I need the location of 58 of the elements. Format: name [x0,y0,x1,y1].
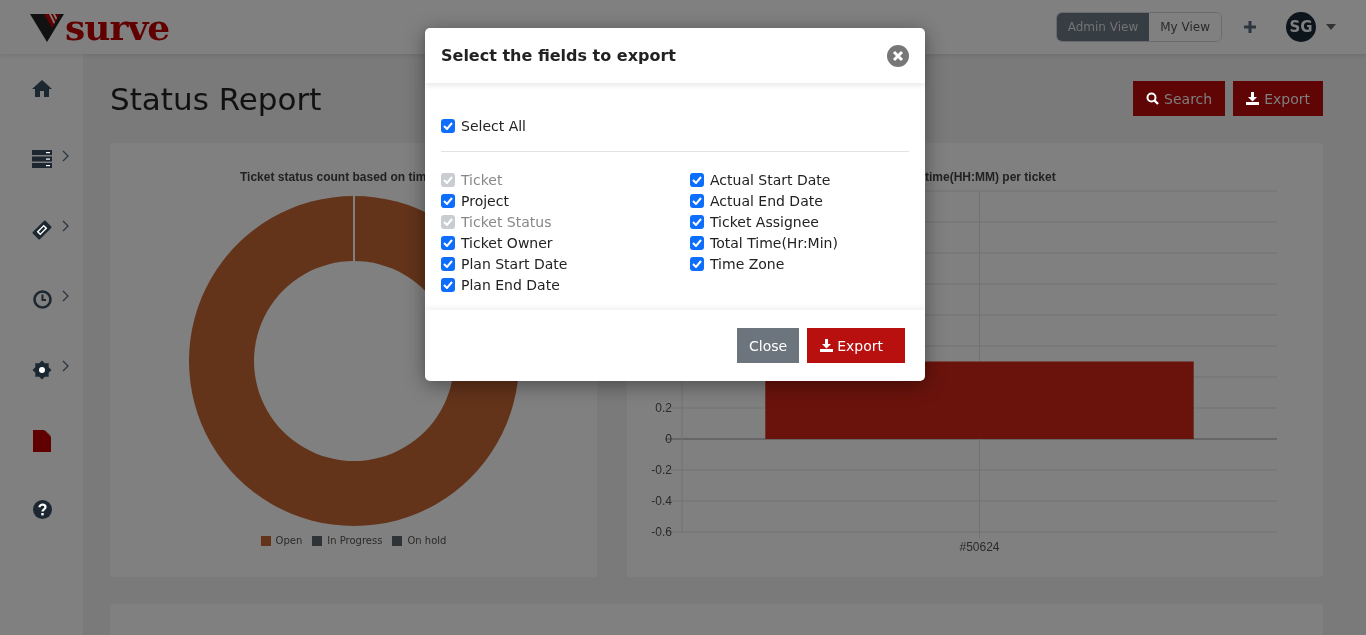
checkbox[interactable] [441,277,455,292]
axis-tick-label: -0.6 [651,525,672,539]
checkbox[interactable] [690,172,704,187]
checkbox-label: Actual End Date [710,192,823,209]
checkbox[interactable] [441,193,455,208]
checkbox-label: Ticket [461,171,503,188]
help-icon[interactable] [32,500,52,519]
download-icon [820,339,834,352]
legend-label: On hold [407,535,447,546]
clock-icon[interactable] [32,290,52,309]
logo-mark-icon [30,14,64,42]
logo-text[interactable]: surve [65,12,170,42]
checkbox-label: Ticket Assignee [710,213,819,230]
axis-tick-label: -0.2 [651,463,672,477]
legend-label: Open [275,535,303,546]
checkbox-label: Plan End Date [461,276,560,293]
gear-icon[interactable] [32,360,52,380]
close-icon[interactable] [887,44,909,67]
checkbox[interactable] [441,256,455,271]
checkbox-label: Plan Start Date [461,255,568,272]
checkbox-label: Total Time(Hr:Min) [710,234,838,251]
checkbox-label: Select All [461,117,526,134]
checkbox[interactable] [690,256,704,271]
chevron-icon[interactable] [62,220,69,232]
search-button[interactable]: Search [1133,81,1226,116]
axis-tick-label: 0 [665,432,672,446]
chevron-icon[interactable] [62,150,69,162]
home-icon[interactable] [32,80,52,97]
axis-tick-label: -0.4 [651,494,672,508]
checkbox-label: Actual Start Date [710,171,831,188]
checkbox-label: Project [461,192,509,209]
chevron-icon[interactable] [62,360,69,372]
chevron-icon[interactable] [62,290,69,302]
legend-label: In Progress [327,535,383,546]
user-avatar[interactable]: SG [1286,12,1316,42]
download-icon [1246,92,1260,105]
checkbox-label: Time Zone [710,255,785,272]
close-button[interactable]: Close [737,328,800,363]
file-icon[interactable] [33,430,51,452]
view-toggle[interactable]: Admin View [1056,13,1150,41]
export-button[interactable]: Export [1233,81,1323,116]
caret-icon[interactable] [1326,24,1336,30]
export-button[interactable]: Export [807,328,905,363]
search-icon [1146,92,1160,105]
checkbox[interactable] [441,235,455,250]
checkbox[interactable] [690,214,704,229]
dialog-title: Select the fields to export [441,46,677,65]
checkbox[interactable] [690,193,704,208]
server-icon[interactable] [32,150,52,168]
checkbox-label: Ticket Owner [461,234,553,251]
axis-tick-label: 0.2 [655,401,672,415]
plus-icon[interactable] [1244,21,1256,33]
checkbox[interactable] [441,118,455,133]
chart-title: time(HH:MM) per ticket [925,170,1056,184]
checkbox-label: Ticket Status [461,213,552,230]
checkbox[interactable] [690,235,704,250]
page-title: Status Report [110,80,323,117]
axis-category-label: #50624 [959,540,1000,554]
